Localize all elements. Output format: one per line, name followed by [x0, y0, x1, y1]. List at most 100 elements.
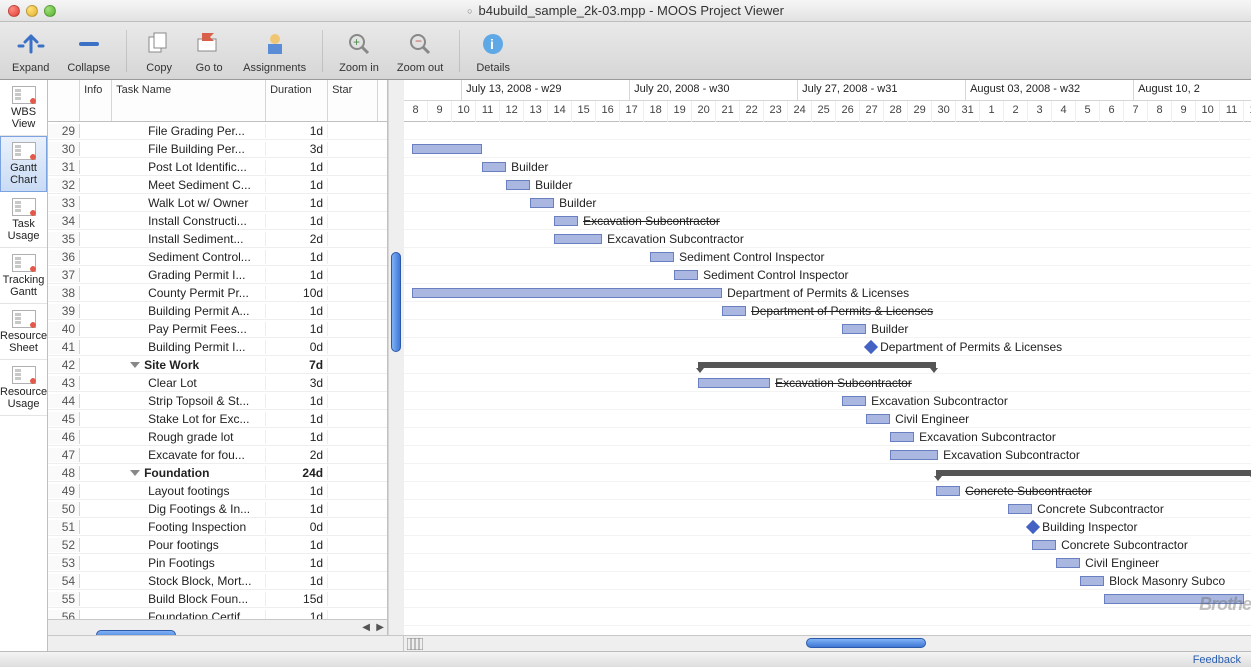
gantt-task-bar[interactable]: Block Masonry Subco — [1080, 576, 1104, 586]
gantt-row[interactable]: Excavation Subcontractor — [404, 212, 1251, 230]
gantt-task-bar[interactable]: Builder — [842, 324, 866, 334]
task-table-hscroll-thumb[interactable] — [96, 630, 176, 636]
table-row[interactable]: 54Stock Block, Mort...1d — [48, 572, 387, 590]
resource-sheet-button[interactable]: ResourceSheet — [0, 304, 47, 360]
gantt-row[interactable]: Sediment Control Inspector — [404, 248, 1251, 266]
gantt-row[interactable] — [404, 140, 1251, 158]
feedback-link[interactable]: Feedback — [1193, 654, 1241, 666]
gantt-row[interactable]: Builder — [404, 158, 1251, 176]
zoomout-button[interactable]: − Zoom out — [391, 26, 449, 76]
gantt-milestone[interactable] — [864, 340, 878, 354]
gantt-row[interactable]: Block Masonry Subco — [404, 572, 1251, 590]
table-row[interactable]: 30File Building Per...3d — [48, 140, 387, 158]
gantt-row[interactable]: Concrete Subcontractor — [404, 500, 1251, 518]
table-row[interactable]: 45Stake Lot for Exc...1d — [48, 410, 387, 428]
gantt-task-bar[interactable]: Sediment Control Inspector — [650, 252, 674, 262]
gantt-row[interactable]: Excavation Subcontractor — [404, 230, 1251, 248]
gantt-row[interactable]: Concrete Subcontractor — [404, 536, 1251, 554]
gantt-task-bar[interactable]: Excavation Subcontractor — [554, 216, 578, 226]
gantt-row[interactable]: Building Inspector — [404, 518, 1251, 536]
zoom-button[interactable] — [44, 5, 56, 17]
table-row[interactable]: 29File Grading Per...1d — [48, 122, 387, 140]
gantt-chart-button[interactable]: GanttChart — [0, 136, 47, 192]
gantt-row[interactable]: Department of Permits & Licenses — [404, 284, 1251, 302]
gantt-task-bar[interactable]: Builder — [482, 162, 506, 172]
gantt-row[interactable]: Sediment Control Inspector — [404, 266, 1251, 284]
table-row[interactable]: 49Layout footings1d — [48, 482, 387, 500]
gantt-hscroll[interactable] — [426, 636, 1251, 651]
gantt-hscroll-thumb[interactable] — [806, 638, 926, 648]
gantt-row[interactable]: Department of Permits & Licenses — [404, 302, 1251, 320]
task-table-vscroll[interactable] — [388, 80, 404, 635]
table-row[interactable]: 43Clear Lot3d — [48, 374, 387, 392]
table-row[interactable]: 50Dig Footings & In...1d — [48, 500, 387, 518]
gantt-task-bar[interactable]: Concrete Subcontractor — [1008, 504, 1032, 514]
gantt-row[interactable] — [404, 590, 1251, 608]
table-row[interactable]: 56Foundation Certif...1d — [48, 608, 387, 619]
task-usage-button[interactable]: TaskUsage — [0, 192, 47, 248]
gantt-task-bar[interactable]: Concrete Subcontractor — [936, 486, 960, 496]
table-row[interactable]: 42Site Work7d — [48, 356, 387, 374]
col-start[interactable]: Star — [328, 80, 378, 121]
gantt-task-bar[interactable]: Excavation Subcontractor — [842, 396, 866, 406]
table-row[interactable]: 38County Permit Pr...10d — [48, 284, 387, 302]
gantt-chart[interactable]: July 13, 2008 - w29July 20, 2008 - w30Ju… — [404, 80, 1251, 635]
collapse-button[interactable]: Collapse — [61, 26, 116, 76]
table-row[interactable]: 39Building Permit A...1d — [48, 302, 387, 320]
gantt-milestone[interactable] — [1026, 520, 1040, 534]
zoomin-button[interactable]: + Zoom in — [333, 26, 385, 76]
table-row[interactable]: 51Footing Inspection0d — [48, 518, 387, 536]
gantt-task-bar[interactable] — [1104, 594, 1244, 604]
gantt-row[interactable]: Concrete Subcontractor — [404, 482, 1251, 500]
col-id[interactable] — [48, 80, 80, 121]
gantt-row[interactable] — [404, 122, 1251, 140]
expand-button[interactable]: Expand — [6, 26, 55, 76]
table-row[interactable]: 48Foundation24d — [48, 464, 387, 482]
gantt-row[interactable]: Builder — [404, 194, 1251, 212]
table-row[interactable]: 52Pour footings1d — [48, 536, 387, 554]
gantt-row[interactable] — [404, 608, 1251, 626]
gantt-task-bar[interactable]: Civil Engineer — [866, 414, 890, 424]
gantt-task-bar[interactable]: Builder — [506, 180, 530, 190]
scroll-left-icon[interactable]: ◀ — [359, 621, 373, 635]
gantt-row[interactable] — [404, 464, 1251, 482]
gantt-task-bar[interactable]: Excavation Subcontractor — [890, 450, 938, 460]
gantt-row[interactable] — [404, 356, 1251, 374]
table-row[interactable]: 33Walk Lot w/ Owner1d — [48, 194, 387, 212]
table-row[interactable]: 47Excavate for fou...2d — [48, 446, 387, 464]
col-task-name[interactable]: Task Name — [112, 80, 266, 121]
gantt-row[interactable]: Builder — [404, 320, 1251, 338]
table-row[interactable]: 46Rough grade lot1d — [48, 428, 387, 446]
gantt-task-bar[interactable]: Sediment Control Inspector — [674, 270, 698, 280]
resource-usage-button[interactable]: ResourceUsage — [0, 360, 47, 416]
table-row[interactable]: 36Sediment Control...1d — [48, 248, 387, 266]
table-row[interactable]: 34Install Constructi...1d — [48, 212, 387, 230]
gantt-task-bar[interactable]: Department of Permits & Licenses — [412, 288, 722, 298]
table-row[interactable]: 40Pay Permit Fees...1d — [48, 320, 387, 338]
gantt-task-bar[interactable] — [412, 144, 482, 154]
tracking-gantt-button[interactable]: TrackingGantt — [0, 248, 47, 304]
scroll-right-icon[interactable]: ▶ — [373, 621, 387, 635]
col-duration[interactable]: Duration — [266, 80, 328, 121]
table-row[interactable]: 31Post Lot Identific...1d — [48, 158, 387, 176]
gantt-row[interactable]: Civil Engineer — [404, 554, 1251, 572]
assignments-button[interactable]: Assignments — [237, 26, 312, 76]
gantt-task-bar[interactable]: Department of Permits & Licenses — [722, 306, 746, 316]
close-button[interactable] — [8, 5, 20, 17]
table-row[interactable]: 37Grading Permit I...1d — [48, 266, 387, 284]
gantt-task-bar[interactable]: Excavation Subcontractor — [698, 378, 770, 388]
minimize-button[interactable] — [26, 5, 38, 17]
table-row[interactable]: 55Build Block Foun...15d — [48, 590, 387, 608]
gantt-task-bar[interactable]: Builder — [530, 198, 554, 208]
goto-button[interactable]: Go to — [187, 26, 231, 76]
gantt-row[interactable]: Excavation Subcontractor — [404, 428, 1251, 446]
table-row[interactable]: 44Strip Topsoil & St...1d — [48, 392, 387, 410]
timescale-toggle[interactable] — [404, 636, 426, 651]
copy-button[interactable]: Copy — [137, 26, 181, 76]
gantt-summary-bar[interactable] — [698, 362, 936, 368]
gantt-task-bar[interactable]: Civil Engineer — [1056, 558, 1080, 568]
gantt-row[interactable]: Department of Permits & Licenses — [404, 338, 1251, 356]
table-row[interactable]: 32Meet Sediment C...1d — [48, 176, 387, 194]
details-button[interactable]: i Details — [470, 26, 516, 76]
disclosure-triangle-icon[interactable] — [130, 470, 140, 476]
